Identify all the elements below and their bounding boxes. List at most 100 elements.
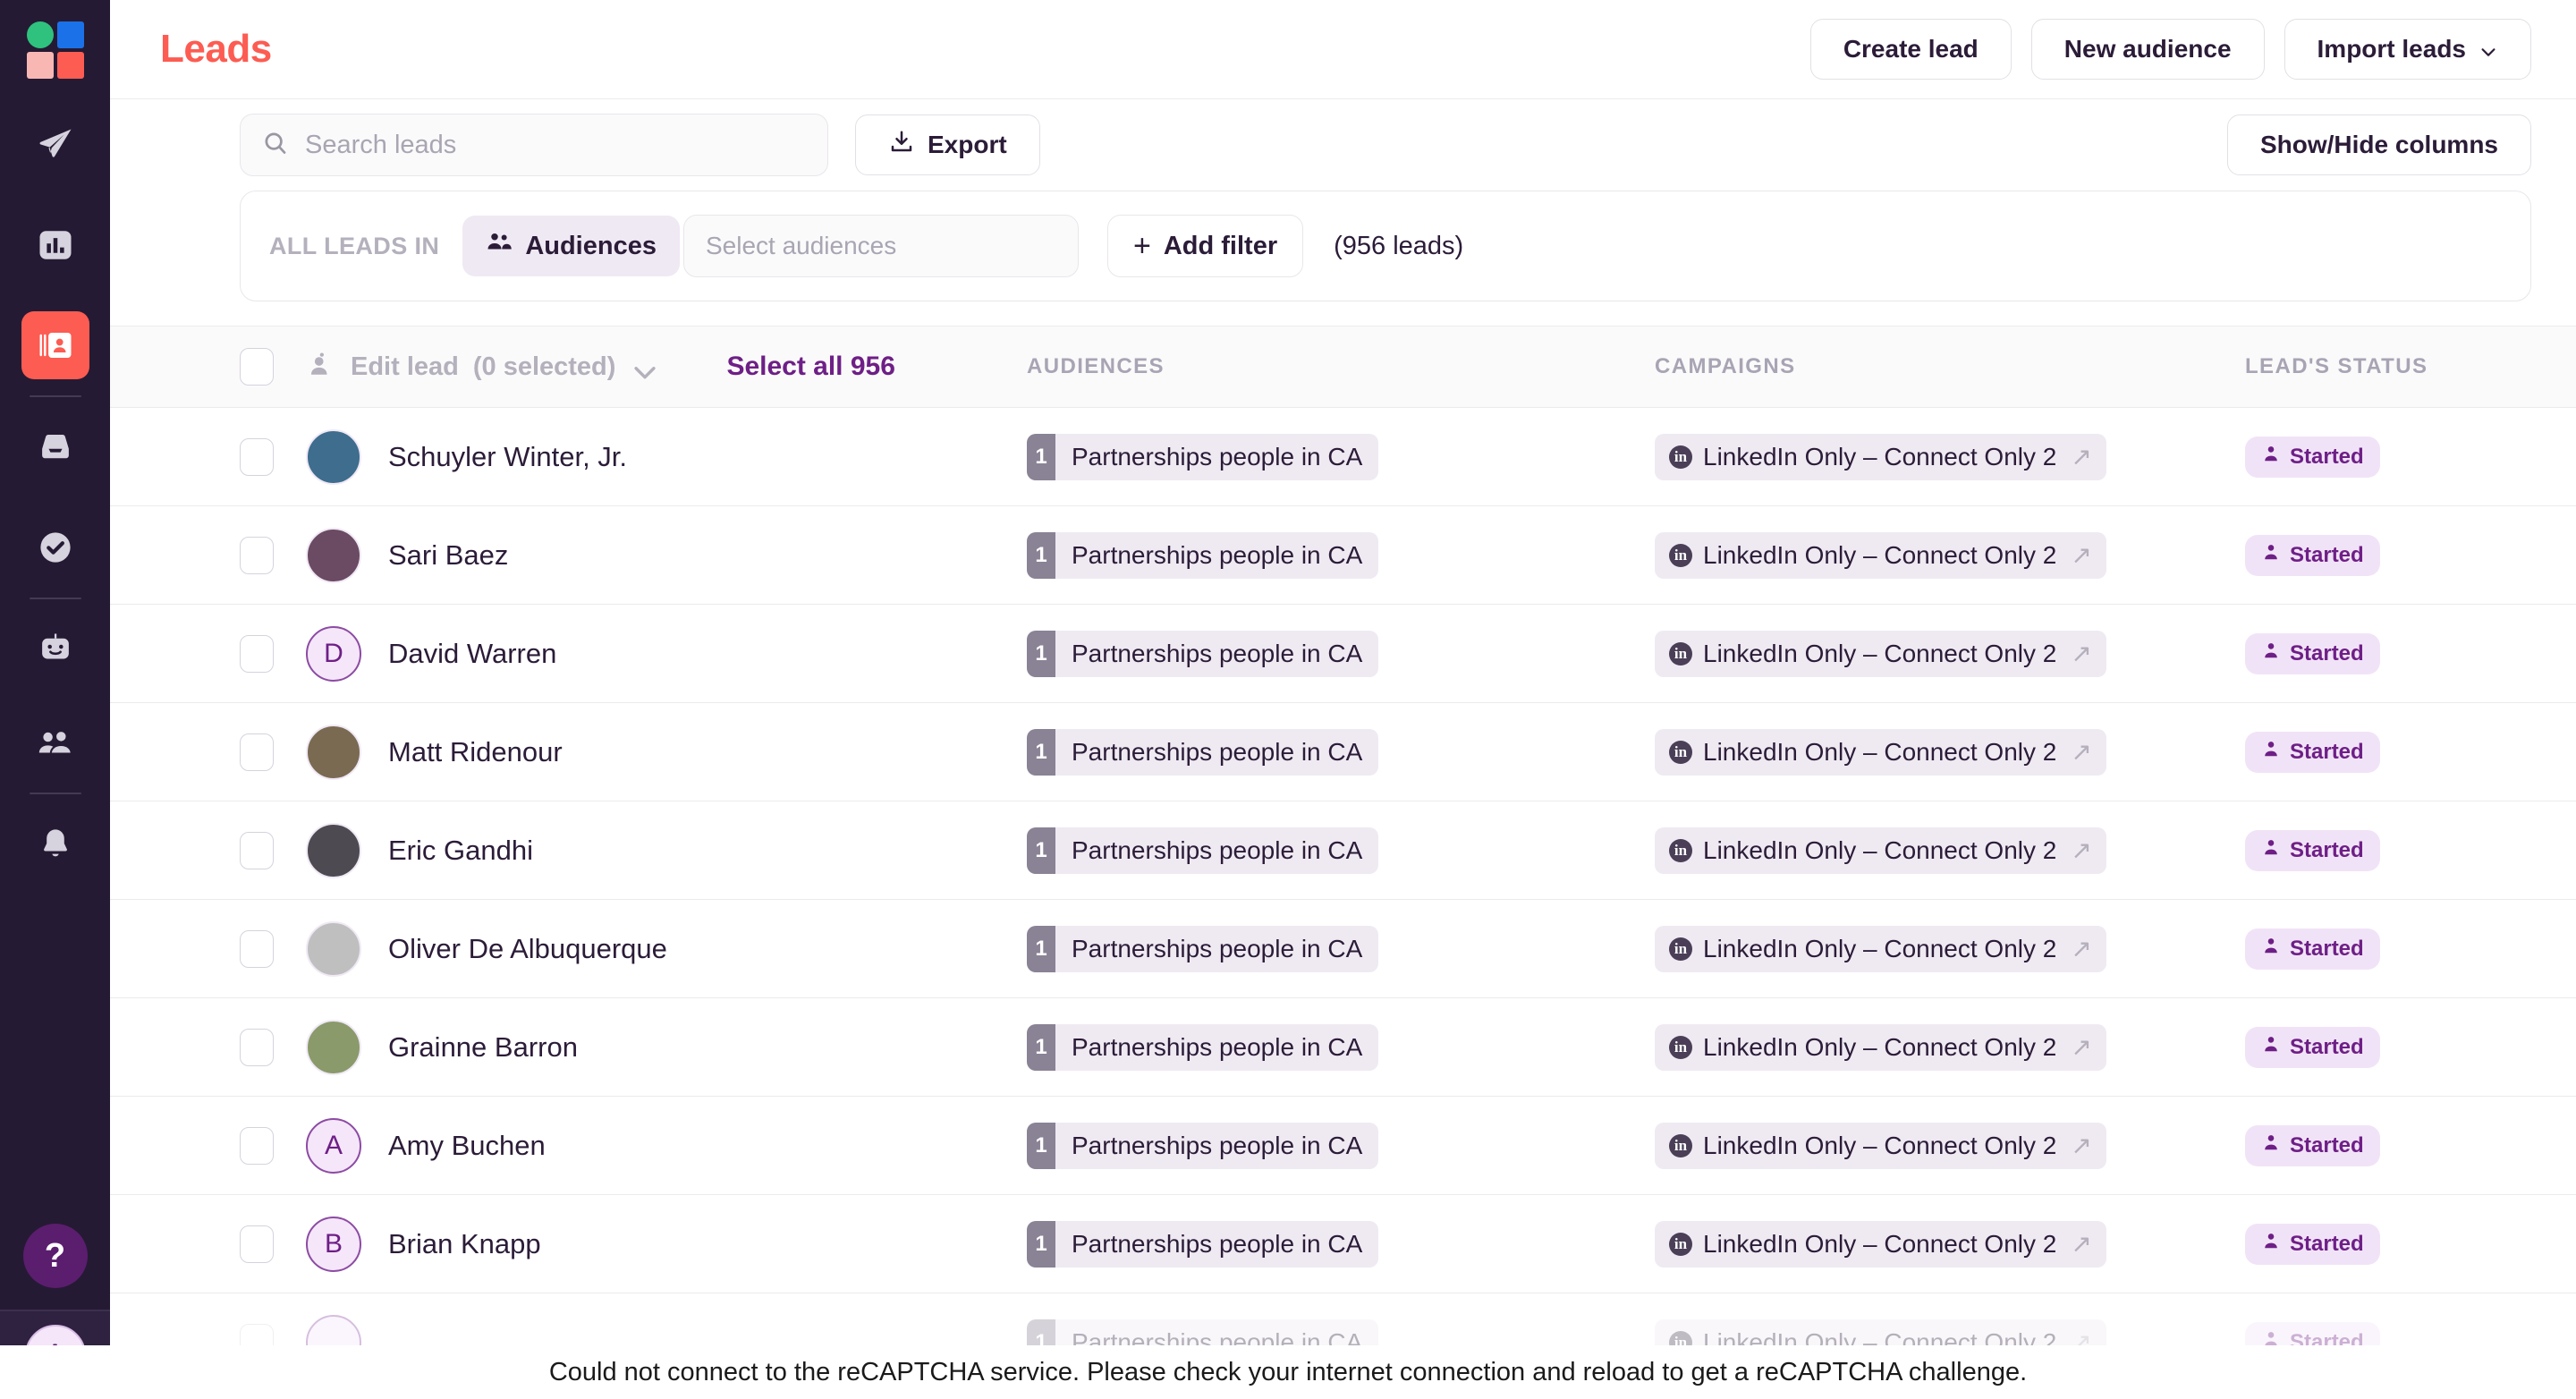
lead-cell: Matt Ridenour — [274, 724, 1027, 780]
sidebar-item-leads[interactable] — [21, 311, 89, 379]
audience-count: 1 — [1027, 433, 1055, 480]
lead-name[interactable]: Schuyler Winter, Jr. — [388, 441, 627, 473]
avatar[interactable] — [306, 822, 361, 878]
import-leads-label: Import leads — [2317, 35, 2466, 63]
campaign-tag[interactable]: in LinkedIn Only – Connect Only 2 ↗ — [1655, 827, 2106, 874]
sidebar-item-notifications[interactable] — [21, 810, 89, 878]
lead-name[interactable]: David Warren — [388, 638, 556, 670]
external-link-icon[interactable]: ↗ — [2071, 1032, 2091, 1062]
sidebar-item-bot[interactable] — [21, 615, 89, 683]
audience-tag[interactable]: 1 Partnerships people in CA — [1027, 1023, 1379, 1071]
table-row[interactable]: Sari Baez 1 Partnerships people in CA in… — [110, 506, 2576, 605]
external-link-icon[interactable]: ↗ — [2071, 442, 2091, 471]
sidebar-item-analytics[interactable] — [21, 211, 89, 279]
table-row[interactable]: Oliver De Albuquerque 1 Partnerships peo… — [110, 900, 2576, 998]
avatar[interactable] — [306, 724, 361, 780]
external-link-icon[interactable]: ↗ — [2071, 639, 2091, 668]
table-row[interactable]: A Amy Buchen 1 Partnerships people in CA… — [110, 1097, 2576, 1195]
row-checkbox[interactable] — [240, 437, 274, 476]
lead-cell: D David Warren — [274, 625, 1027, 682]
lead-name[interactable]: Oliver De Albuquerque — [388, 933, 667, 965]
audience-label: Partnerships people in CA — [1072, 737, 1363, 766]
create-lead-button[interactable]: Create lead — [1809, 19, 2012, 80]
avatar[interactable]: A — [306, 1117, 361, 1174]
campaign-tag[interactable]: in LinkedIn Only – Connect Only 2 ↗ — [1655, 1220, 2106, 1268]
person-icon — [2261, 837, 2281, 863]
avatar[interactable] — [306, 527, 361, 583]
row-checkbox[interactable] — [240, 1028, 274, 1066]
add-filter-button[interactable]: + Add filter — [1106, 215, 1304, 277]
lead-name[interactable]: Sari Baez — [388, 539, 508, 572]
campaign-tag[interactable]: in LinkedIn Only – Connect Only 2 ↗ — [1655, 1122, 2106, 1169]
campaign-tag[interactable]: in LinkedIn Only – Connect Only 2 ↗ — [1655, 531, 2106, 579]
avatar[interactable] — [306, 428, 361, 485]
table-row[interactable]: B Brian Knapp 1 Partnerships people in C… — [110, 1195, 2576, 1293]
audiences-chip[interactable]: Audiences — [462, 216, 680, 276]
export-button[interactable]: Export — [855, 114, 1040, 175]
avatar[interactable] — [306, 920, 361, 977]
campaign-tag[interactable]: in LinkedIn Only – Connect Only 2 ↗ — [1655, 630, 2106, 677]
avatar-initial: D — [324, 638, 343, 668]
select-audiences-input[interactable]: Select audiences — [682, 215, 1079, 277]
audience-tag[interactable]: 1 Partnerships people in CA — [1027, 531, 1379, 579]
table-row[interactable]: Eric Gandhi 1 Partnerships people in CA … — [110, 801, 2576, 900]
lead-name[interactable]: Brian Knapp — [388, 1228, 541, 1260]
audience-tag[interactable]: 1 Partnerships people in CA — [1027, 1220, 1379, 1268]
external-link-icon[interactable]: ↗ — [2071, 737, 2091, 767]
campaigns-cell: in LinkedIn Only – Connect Only 2 ↗ — [1655, 630, 2245, 677]
select-all-checkbox[interactable] — [240, 348, 274, 386]
sidebar-item-tasks[interactable] — [21, 513, 89, 581]
search-input[interactable] — [305, 130, 806, 160]
lead-name[interactable]: Amy Buchen — [388, 1130, 546, 1162]
table-row[interactable]: Schuyler Winter, Jr. 1 Partnerships peop… — [110, 408, 2576, 506]
table-row[interactable]: D David Warren 1 Partnerships people in … — [110, 605, 2576, 703]
lead-name[interactable]: Eric Gandhi — [388, 835, 533, 867]
edit-lead-dropdown[interactable]: Edit lead (0 selected) — [306, 348, 657, 386]
lead-name[interactable]: Matt Ridenour — [388, 736, 563, 768]
campaign-tag[interactable]: in LinkedIn Only – Connect Only 2 ↗ — [1655, 1023, 2106, 1071]
row-checkbox[interactable] — [240, 733, 274, 771]
show-hide-columns-button[interactable]: Show/Hide columns — [2226, 114, 2531, 175]
row-checkbox[interactable] — [240, 1225, 274, 1263]
external-link-icon[interactable]: ↗ — [2071, 835, 2091, 865]
show-hide-columns-label: Show/Hide columns — [2259, 131, 2498, 158]
campaign-tag[interactable]: in LinkedIn Only – Connect Only 2 ↗ — [1655, 925, 2106, 972]
lead-name[interactable]: Grainne Barron — [388, 1031, 578, 1064]
audience-tag[interactable]: 1 Partnerships people in CA — [1027, 827, 1379, 874]
audience-tag[interactable]: 1 Partnerships people in CA — [1027, 728, 1379, 776]
row-checkbox[interactable] — [240, 634, 274, 673]
audience-tag[interactable]: 1 Partnerships people in CA — [1027, 630, 1379, 677]
avatar[interactable] — [306, 1019, 361, 1075]
external-link-icon[interactable]: ↗ — [2071, 934, 2091, 963]
help-button[interactable]: ? — [22, 1224, 88, 1288]
row-checkbox[interactable] — [240, 929, 274, 968]
external-link-icon[interactable]: ↗ — [2071, 1131, 2091, 1160]
lead-cell: Eric Gandhi — [274, 822, 1027, 878]
select-all-link[interactable]: Select all 956 — [726, 352, 894, 382]
audience-tag[interactable]: 1 Partnerships people in CA — [1027, 1122, 1379, 1169]
external-link-icon[interactable]: ↗ — [2071, 1229, 2091, 1259]
row-checkbox[interactable] — [240, 831, 274, 869]
campaign-tag[interactable]: in LinkedIn Only – Connect Only 2 ↗ — [1655, 728, 2106, 776]
audience-tag[interactable]: 1 Partnerships people in CA — [1027, 925, 1379, 972]
campaign-tag[interactable]: in LinkedIn Only – Connect Only 2 ↗ — [1655, 433, 2106, 480]
row-checkbox[interactable] — [240, 1126, 274, 1165]
campaign-label: LinkedIn Only – Connect Only 2 — [1703, 737, 2057, 766]
table-row[interactable]: Matt Ridenour 1 Partnerships people in C… — [110, 703, 2576, 801]
app-logo[interactable] — [26, 21, 84, 79]
audience-tag[interactable]: 1 Partnerships people in CA — [1027, 433, 1379, 480]
new-audience-button[interactable]: New audience — [2030, 19, 2265, 80]
new-audience-label: New audience — [2063, 35, 2232, 63]
avatar[interactable]: D — [306, 625, 361, 682]
select-audiences-placeholder: Select audiences — [705, 232, 897, 259]
external-link-icon[interactable]: ↗ — [2071, 540, 2091, 570]
sidebar-item-inbox[interactable] — [21, 413, 89, 481]
avatar[interactable]: B — [306, 1216, 361, 1272]
sidebar-item-campaigns[interactable] — [21, 111, 89, 179]
table-row[interactable]: Grainne Barron 1 Partnerships people in … — [110, 998, 2576, 1097]
import-leads-button[interactable]: Import leads — [2284, 19, 2531, 80]
status-cell: Started — [2245, 1026, 2575, 1068]
row-checkbox[interactable] — [240, 536, 274, 574]
search-box[interactable] — [240, 114, 828, 176]
sidebar-item-team[interactable] — [21, 708, 89, 776]
